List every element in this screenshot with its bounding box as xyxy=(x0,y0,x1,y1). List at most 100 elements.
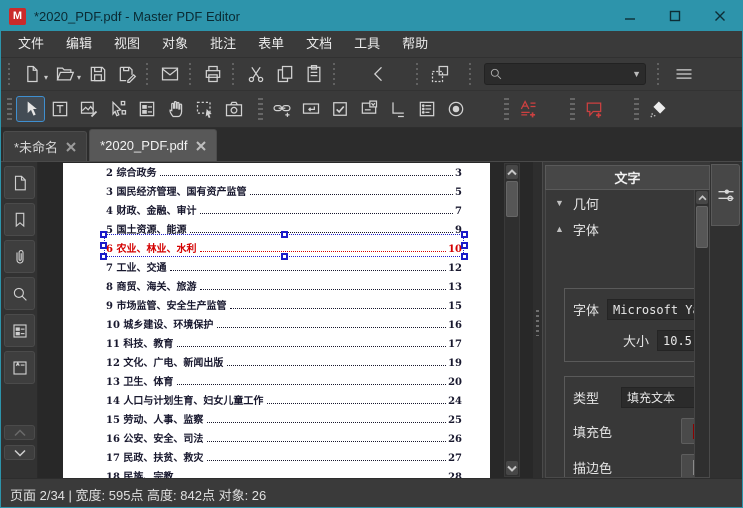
menu-annotation[interactable]: 批注 xyxy=(199,31,247,57)
font-size-field[interactable]: 10.5 xyxy=(657,330,694,351)
toc-entry[interactable]: 17 民政、扶贫、救灾 27 xyxy=(106,445,462,464)
selection-handle[interactable] xyxy=(461,231,468,238)
combobox-field-button[interactable] xyxy=(354,96,383,122)
text-annotation-button[interactable] xyxy=(513,96,542,122)
print-button[interactable] xyxy=(198,61,227,87)
toolbar-grip[interactable] xyxy=(570,98,575,120)
edit-path-button[interactable] xyxy=(103,96,132,122)
tab-untitled[interactable]: *未命名 xyxy=(3,131,88,161)
copy-button[interactable] xyxy=(270,61,299,87)
menu-form[interactable]: 表单 xyxy=(247,31,295,57)
listbox-field-button[interactable] xyxy=(412,96,441,122)
bookmarks-panel-button[interactable] xyxy=(4,203,35,236)
callout-annotation-button[interactable] xyxy=(579,96,608,122)
toc-entry[interactable]: 11 科技、教育 17 xyxy=(106,331,462,350)
toolbar-grip[interactable] xyxy=(656,63,663,85)
menu-edit[interactable]: 编辑 xyxy=(55,31,103,57)
menu-help[interactable]: 帮助 xyxy=(391,31,439,57)
tab-close-icon[interactable] xyxy=(195,140,206,151)
open-document-dropdown-icon[interactable]: ▾ xyxy=(77,73,81,82)
add-link-button[interactable] xyxy=(267,96,296,122)
selection-handle[interactable] xyxy=(281,253,288,260)
fill-color-button[interactable] xyxy=(681,418,694,444)
edit-text-button[interactable] xyxy=(45,96,74,122)
paste-button[interactable] xyxy=(299,61,328,87)
document-scrollbar[interactable] xyxy=(504,163,520,477)
toolbar-grip[interactable] xyxy=(258,98,263,120)
toolbar-grip[interactable] xyxy=(7,63,13,85)
menu-file[interactable]: 文件 xyxy=(7,31,55,57)
section-geometry[interactable]: ▼ 几何 xyxy=(546,190,694,216)
selection-handle[interactable] xyxy=(281,231,288,238)
toolbar-grip[interactable] xyxy=(188,63,195,85)
menu-view[interactable]: 视图 xyxy=(103,31,151,57)
save-button[interactable] xyxy=(83,61,112,87)
scrollbar-thumb[interactable] xyxy=(506,181,518,217)
font-family-field[interactable]: Microsoft YaHei xyxy=(607,299,694,320)
select-area-button[interactable] xyxy=(190,96,219,122)
toc-entry[interactable]: 9 市场监管、安全生产监管 15 xyxy=(106,293,462,312)
toc-entry[interactable]: 4 财政、金融、审计 7 xyxy=(106,198,462,217)
search-dropdown-icon[interactable]: ▼ xyxy=(632,69,641,79)
scroll-down-icon[interactable] xyxy=(506,461,518,475)
collapse-triangle-icon[interactable]: ▼ xyxy=(555,198,564,208)
menu-object[interactable]: 对象 xyxy=(151,31,199,57)
new-document-dropdown-icon[interactable]: ▾ xyxy=(44,73,48,82)
section-font[interactable]: ▲ 字体 xyxy=(546,216,694,242)
toolbar-grip[interactable] xyxy=(468,63,475,85)
toc-entry[interactable]: 13 卫生、体育 20 xyxy=(106,369,462,388)
hand-tool-button[interactable] xyxy=(161,96,190,122)
selection-handle[interactable] xyxy=(461,241,468,249)
open-document-button[interactable] xyxy=(50,61,79,87)
menu-document[interactable]: 文档 xyxy=(295,31,343,57)
toc-entry[interactable]: 10 城乡建设、环境保护 16 xyxy=(106,312,462,331)
search-panel-button[interactable] xyxy=(4,277,35,310)
toc-entry[interactable]: 18 民族、宗教 28 xyxy=(106,464,462,478)
toolbar-grip[interactable] xyxy=(332,63,339,85)
selection-handle[interactable] xyxy=(461,253,468,260)
new-document-button[interactable] xyxy=(17,61,46,87)
panel-splitter[interactable] xyxy=(533,162,542,478)
toolbar-grip[interactable] xyxy=(7,98,12,120)
panel-scrollbar[interactable] xyxy=(694,190,709,477)
whiteout-eraser-button[interactable] xyxy=(643,96,672,122)
minimize-button[interactable] xyxy=(607,1,652,31)
layers-panel-button[interactable] xyxy=(4,314,35,347)
selection-handle[interactable] xyxy=(100,253,107,260)
cut-button[interactable] xyxy=(241,61,270,87)
menu-tools[interactable]: 工具 xyxy=(343,31,391,57)
sidebar-scroll-down-button[interactable] xyxy=(4,445,35,460)
radio-field-button[interactable] xyxy=(441,96,470,122)
toc-entry[interactable]: 14 人口与计划生育、妇女儿童工作 24 xyxy=(106,388,462,407)
toolbar-grip[interactable] xyxy=(415,63,422,85)
tab-2020-pdf[interactable]: *2020_PDF.pdf xyxy=(89,129,217,161)
attachments-panel-button[interactable] xyxy=(4,240,35,273)
checkbox-field-button[interactable] xyxy=(325,96,354,122)
signature-field-button[interactable] xyxy=(383,96,412,122)
panel-scrollbar-thumb[interactable] xyxy=(696,206,708,248)
snapshot-button[interactable] xyxy=(219,96,248,122)
expand-triangle-icon[interactable]: ▲ xyxy=(555,224,564,234)
close-button[interactable] xyxy=(697,1,742,31)
stroke-color-button[interactable] xyxy=(681,454,694,477)
form-fields-panel-button[interactable] xyxy=(4,351,35,384)
back-button[interactable] xyxy=(364,61,393,87)
toolbar-grip[interactable] xyxy=(231,63,238,85)
toc-entry[interactable]: 8 商贸、海关、旅游 13 xyxy=(106,274,462,293)
main-menu-button[interactable] xyxy=(666,61,702,87)
tab-close-icon[interactable] xyxy=(66,141,76,152)
fill-type-dropdown[interactable]: 填充文本 xyxy=(621,387,694,408)
toc-entry[interactable]: 16 公安、安全、司法 26 xyxy=(106,426,462,445)
panel-scroll-up-icon[interactable] xyxy=(696,191,708,204)
edit-image-button[interactable] xyxy=(74,96,103,122)
select-tool-button[interactable] xyxy=(16,96,45,122)
toc-entry[interactable]: 12 文化、广电、新闻出版 19 xyxy=(106,350,462,369)
maximize-button[interactable] xyxy=(652,1,697,31)
scroll-up-icon[interactable] xyxy=(506,165,518,179)
selection-handle[interactable] xyxy=(100,231,107,238)
toolbar-grip[interactable] xyxy=(634,98,639,120)
toc-entry[interactable]: 2 综合政务 3 xyxy=(106,163,462,179)
toolbar-grip[interactable] xyxy=(504,98,509,120)
toolbar-grip[interactable] xyxy=(145,63,152,85)
toc-entry[interactable]: 3 国民经济管理、国有资产监管 5 xyxy=(106,179,462,198)
